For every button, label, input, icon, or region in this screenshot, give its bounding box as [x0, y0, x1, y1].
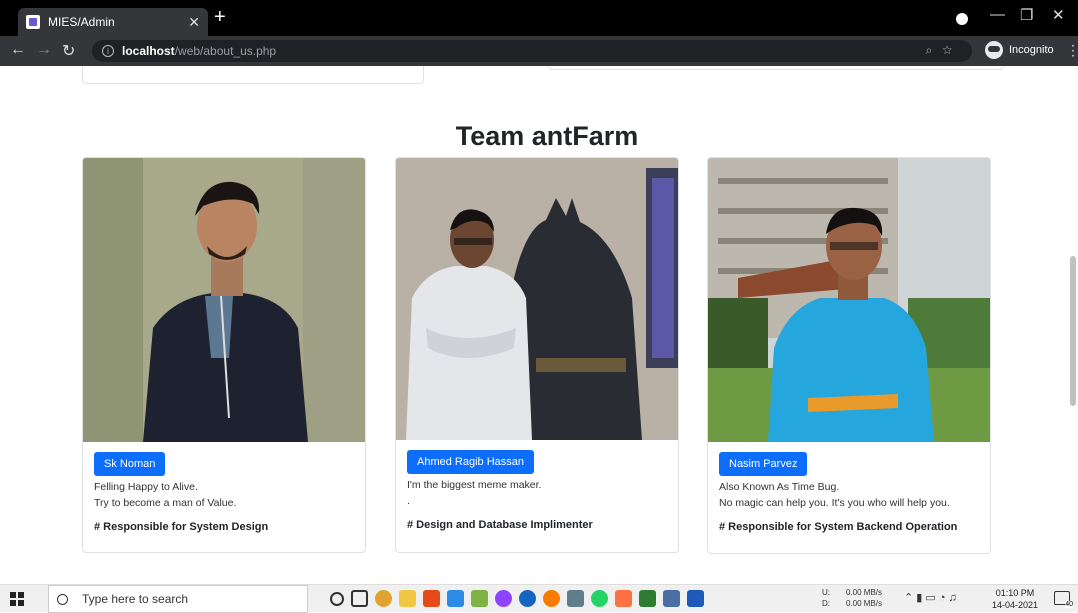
member-photo [396, 158, 678, 440]
tray-icons[interactable]: ⌃ ▮ ▭ ◔ ♫ [904, 591, 957, 604]
network-speed: U: D: 0.00 MB/s 0.00 MB/s [822, 587, 882, 609]
new-tab-icon[interactable]: + [214, 6, 226, 29]
card-body: Ahmed Ragib Hassan I'm the biggest meme … [396, 440, 678, 543]
site-info-icon[interactable]: i [102, 45, 114, 57]
slack-icon[interactable] [471, 590, 488, 607]
page-content: Team antFarm Sk Noman Felling Happy to A… [0, 66, 1078, 584]
incognito-label: Incognito [1009, 44, 1054, 56]
file-explorer-icon[interactable] [399, 590, 416, 607]
address-toolbar: ← → ↻ i localhost /web/about_us.php ⌕☆ [0, 36, 1078, 66]
notification-count: 40 [1065, 601, 1073, 608]
browser-menu-icon[interactable]: ⋮ [1066, 42, 1078, 59]
incognito-indicator[interactable]: Incognito [985, 41, 1054, 59]
whatsapp-icon[interactable] [591, 590, 608, 607]
reload-icon[interactable]: ↻ [62, 41, 75, 61]
member-quote-line-1: Also Known As Time Bug. [719, 481, 840, 493]
search-icon [57, 593, 68, 605]
card-body: Nasim Parvez Also Known As Time Bug. No … [708, 442, 990, 545]
member-quote-line-2: Try to become a man of Value. [94, 497, 237, 509]
taskbar-clock[interactable]: 01:10 PM 14-04-2021 [992, 587, 1038, 611]
member-name-button[interactable]: Nasim Parvez [719, 452, 808, 476]
clock-date: 14-04-2021 [992, 600, 1039, 610]
task-view-icon[interactable] [351, 590, 368, 607]
restore-icon[interactable]: ❐ [1020, 6, 1033, 24]
app-icon[interactable] [663, 590, 680, 607]
firefox-icon[interactable] [543, 590, 560, 607]
member-role: # Responsible for System Design [94, 521, 269, 533]
taskbar-search-box[interactable]: Type here to search [48, 585, 308, 613]
team-member-card: Ahmed Ragib Hassan I'm the biggest meme … [395, 157, 679, 553]
browser-tab-bar: MIES/Admin ✕ + — ❐ ✕ [0, 0, 1078, 36]
url-path: /web/about_us.php [174, 44, 277, 58]
url-bar[interactable]: i localhost /web/about_us.php ⌕☆ [92, 40, 972, 62]
member-role: # Design and Database Implimenter [407, 519, 593, 531]
app-icon[interactable] [615, 590, 632, 607]
previous-card [548, 66, 1004, 70]
net-up-label: U: [822, 588, 830, 597]
net-down-label: D: [822, 599, 830, 608]
zoom-bookmark-icons[interactable]: ⌕☆ [925, 43, 962, 58]
net-up-value: 0.00 MB/s [846, 588, 883, 597]
windows-start-icon[interactable] [10, 592, 24, 606]
search-placeholder: Type here to search [82, 592, 189, 606]
url-host: localhost [122, 44, 175, 58]
chrome-alt-icon[interactable] [519, 590, 536, 607]
page-scrollbar[interactable] [1070, 256, 1076, 406]
net-down-value: 0.00 MB/s [846, 599, 883, 608]
member-photo [708, 158, 990, 442]
team-member-card: Nasim Parvez Also Known As Time Bug. No … [707, 157, 991, 554]
minimize-icon[interactable]: — [990, 6, 1005, 23]
windows-taskbar: Type here to search U: D: 0.00 MB/s 0.00… [0, 584, 1078, 613]
forward-arrow-icon[interactable]: → [36, 41, 52, 59]
pinned-apps [330, 590, 704, 607]
clock-time: 01:10 PM [995, 588, 1035, 598]
member-quote-line-2: No magic can help you. It's you who will… [719, 497, 950, 509]
word-icon[interactable] [687, 590, 704, 607]
member-quote-line-2: . [407, 495, 410, 507]
browser-tab[interactable]: MIES/Admin ✕ [18, 8, 208, 36]
member-quote-line-1: I'm the biggest meme maker. [407, 479, 542, 491]
member-role: # Responsible for System Backend Operati… [719, 521, 958, 533]
notification-icon[interactable]: 40 [1054, 591, 1073, 608]
excel-icon[interactable] [639, 590, 656, 607]
app-icon[interactable] [567, 590, 584, 607]
close-window-icon[interactable]: ✕ [1052, 6, 1065, 24]
chrome-icon[interactable] [375, 590, 392, 607]
sublime-icon[interactable] [423, 590, 440, 607]
cortana-icon[interactable] [330, 592, 344, 606]
member-name-button[interactable]: Ahmed Ragib Hassan [407, 450, 535, 474]
incognito-icon [985, 41, 1003, 59]
back-arrow-icon[interactable]: ← [10, 41, 26, 59]
messenger-icon[interactable] [495, 590, 512, 607]
team-member-card: Sk Noman Felling Happy to Alive. Try to … [82, 157, 366, 553]
member-name-button[interactable]: Sk Noman [94, 452, 166, 476]
vscode-icon[interactable] [447, 590, 464, 607]
team-heading: Team antFarm [455, 121, 639, 151]
tab-title: MIES/Admin [48, 15, 115, 29]
site-favicon-icon [26, 15, 40, 29]
profile-icon[interactable] [956, 13, 968, 25]
member-photo [83, 158, 365, 442]
member-quote-line-1: Felling Happy to Alive. [94, 481, 198, 493]
card-body: Sk Noman Felling Happy to Alive. Try to … [83, 442, 365, 545]
close-tab-icon[interactable]: ✕ [188, 14, 200, 31]
previous-card [82, 66, 424, 84]
